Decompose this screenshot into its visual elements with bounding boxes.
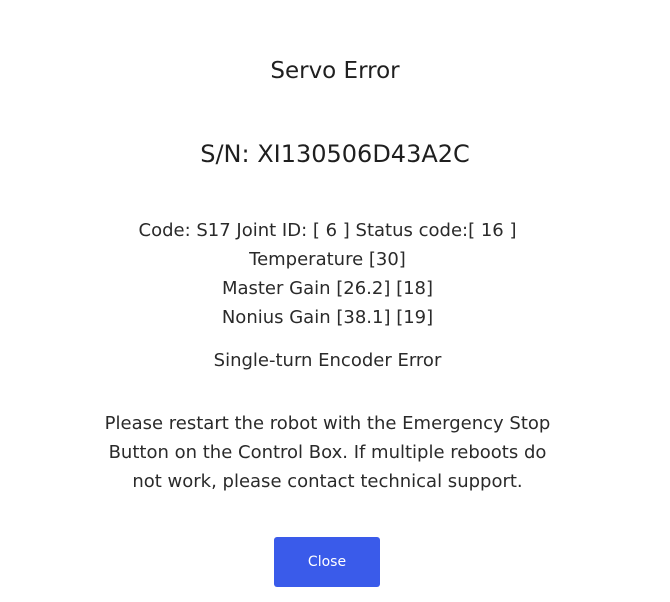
error-details: Code: S17 Joint ID: [ 6 ] Status code:[ … xyxy=(0,216,655,332)
instructions-text: Please restart the robot with the Emerge… xyxy=(104,413,551,492)
serial-number: S/N: XI130506D43A2C xyxy=(200,140,470,168)
error-code-line: Code: S17 Joint ID: [ 6 ] Status code:[ … xyxy=(138,220,517,241)
servo-error-dialog: Servo Error S/N: XI130506D43A2C Code: S1… xyxy=(0,0,670,602)
temperature-line: Temperature [30] xyxy=(249,249,406,270)
dialog-title: Servo Error xyxy=(270,58,400,84)
error-type: Single-turn Encoder Error xyxy=(213,350,442,371)
master-gain-line: Master Gain [26.2] [18] xyxy=(221,278,434,299)
close-button[interactable]: Close xyxy=(274,537,380,587)
nonius-gain-line: Nonius Gain [38.1] [19] xyxy=(221,307,434,328)
